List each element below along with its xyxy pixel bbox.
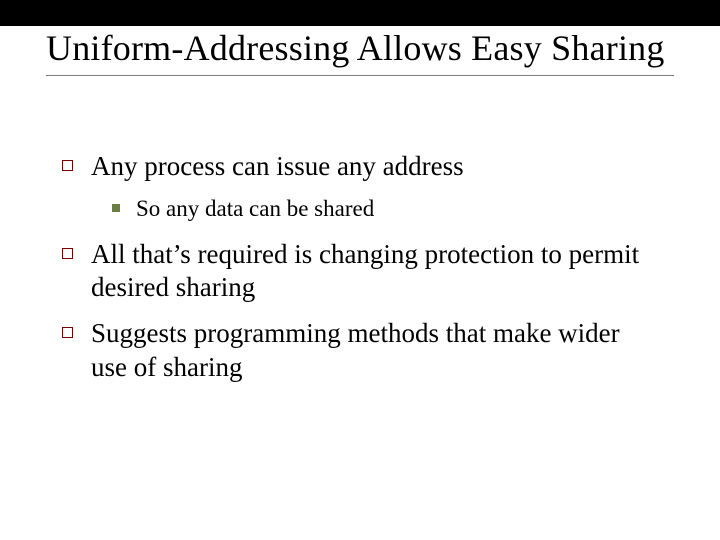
bullet-text: Any process can issue any address: [91, 150, 464, 184]
bullet-text: All that’s required is changing protecti…: [91, 238, 662, 306]
hollow-square-icon: [62, 248, 73, 259]
filled-square-icon: [112, 204, 120, 212]
title-underline: [46, 75, 674, 76]
hollow-square-icon: [62, 160, 73, 171]
bullet-item: Any process can issue any address So any…: [62, 150, 662, 224]
sub-bullet-item: So any data can be shared: [112, 194, 662, 224]
hollow-square-icon: [62, 327, 73, 338]
body-content: Any process can issue any address So any…: [62, 150, 662, 397]
slide: Uniform-Addressing Allows Easy Sharing A…: [0, 0, 720, 540]
top-bar: [0, 0, 720, 26]
bullet-item: All that’s required is changing protecti…: [62, 238, 662, 306]
bullet-item: Suggests programming methods that make w…: [62, 317, 662, 385]
slide-title: Uniform-Addressing Allows Easy Sharing: [46, 28, 674, 69]
sub-bullet-text: So any data can be shared: [136, 194, 374, 224]
bullet-text: Suggests programming methods that make w…: [91, 317, 662, 385]
title-block: Uniform-Addressing Allows Easy Sharing: [46, 28, 674, 76]
